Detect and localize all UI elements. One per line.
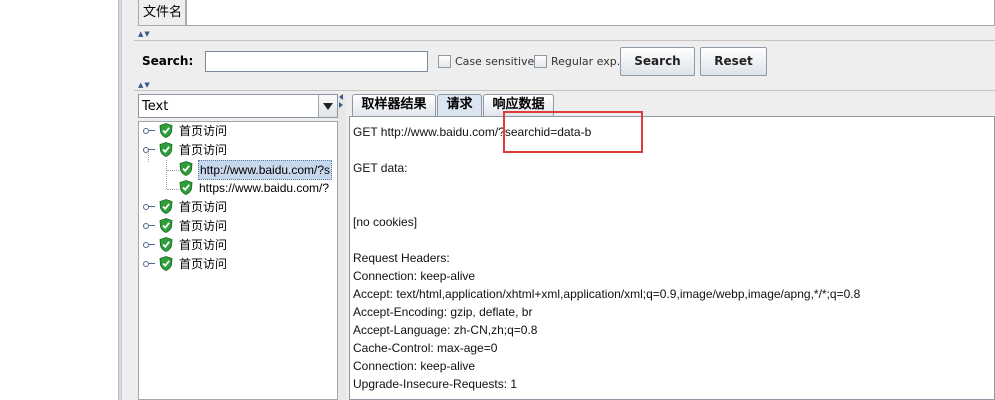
header-line: Connection: keep-alive bbox=[353, 269, 476, 283]
view-type-select[interactable]: Text bbox=[138, 94, 338, 118]
success-shield-icon bbox=[159, 237, 173, 252]
regex-label: Regular exp. bbox=[551, 55, 621, 68]
sample-tree: 首页访问 首页访问 http://www.baidu.com/?s https:… bbox=[138, 121, 338, 400]
expanded-toggle-icon[interactable] bbox=[143, 145, 155, 155]
header-line: Connection: keep-alive bbox=[353, 359, 476, 373]
collapsed-toggle-icon[interactable] bbox=[143, 202, 155, 212]
chevron-down-icon[interactable] bbox=[318, 95, 337, 117]
case-sensitive-label: Case sensitive bbox=[455, 55, 535, 68]
view-type-selected: Text bbox=[142, 99, 169, 114]
header-line: Upgrade-Insecure-Requests: 1 bbox=[353, 377, 518, 391]
success-shield-icon bbox=[159, 123, 173, 138]
header-line: Accept-Language: zh-CN,zh;q=0.8 bbox=[353, 323, 538, 337]
request-text-area[interactable]: GET http://www.baidu.com/?searchid=data-… bbox=[349, 111, 995, 400]
file-name-label: 文件名 bbox=[138, 0, 186, 26]
detail-pane: 取样器结果 请求 响应数据 GET http://www.baidu.com/?… bbox=[349, 94, 995, 400]
headers-title: Request Headers: bbox=[353, 251, 450, 265]
collapse-left-icon[interactable] bbox=[339, 94, 343, 100]
collapse-arrows-icon[interactable]: ▲▼ bbox=[138, 82, 151, 89]
tree-connector bbox=[166, 160, 167, 189]
search-label: Search: bbox=[142, 54, 194, 68]
case-sensitive-checkbox[interactable] bbox=[438, 55, 451, 68]
tree-node-label: https://www.baidu.com/? bbox=[199, 181, 330, 195]
search-bar: Search: Case sensitive Regular exp. Sear… bbox=[134, 45, 995, 79]
results-tree-panel: 文件名 ▲▼ Search: Case sensitive Regular ex… bbox=[122, 0, 995, 400]
tree-node-label: http://www.baidu.com/?s bbox=[198, 160, 333, 180]
file-name-field[interactable] bbox=[186, 0, 995, 26]
success-shield-icon bbox=[159, 256, 173, 271]
tab-request[interactable]: 请求 bbox=[437, 94, 482, 116]
reset-button[interactable]: Reset bbox=[700, 47, 767, 76]
collapsed-toggle-icon[interactable] bbox=[143, 240, 155, 250]
get-data-label: GET data: bbox=[353, 161, 408, 175]
search-input[interactable] bbox=[205, 51, 428, 72]
tree-node-label: 首页访问 bbox=[179, 200, 228, 214]
success-shield-icon bbox=[179, 180, 193, 195]
success-shield-icon bbox=[159, 142, 173, 157]
file-panel: 文件名 bbox=[134, 0, 995, 30]
tab-sampler-result[interactable]: 取样器结果 bbox=[352, 94, 436, 116]
tree-connector bbox=[167, 189, 179, 190]
cookies-label: [no cookies] bbox=[353, 215, 418, 229]
tree-node-label: 首页访问 bbox=[179, 143, 228, 157]
success-shield-icon bbox=[179, 161, 193, 176]
header-line: Cache-Control: max-age=0 bbox=[353, 341, 498, 355]
highlight-annotation bbox=[503, 111, 643, 153]
detail-tabs: 取样器结果 请求 响应数据 bbox=[349, 94, 995, 116]
tree-node-label: 首页访问 bbox=[179, 219, 228, 233]
collapse-right-icon[interactable] bbox=[339, 102, 343, 108]
collapsed-toggle-icon[interactable] bbox=[143, 126, 155, 136]
search-button[interactable]: Search bbox=[620, 47, 695, 76]
tree-node-label: 首页访问 bbox=[179, 124, 228, 138]
header-line: Accept: text/html,application/xhtml+xml,… bbox=[353, 287, 861, 301]
tree-node-label: 首页访问 bbox=[179, 257, 228, 271]
success-shield-icon bbox=[159, 199, 173, 214]
collapsed-toggle-icon[interactable] bbox=[143, 221, 155, 231]
left-blank-area bbox=[0, 0, 118, 400]
success-shield-icon bbox=[159, 218, 173, 233]
regex-checkbox[interactable] bbox=[534, 55, 547, 68]
pane-splitter[interactable] bbox=[338, 94, 346, 400]
result-tree-pane: Text 首页访问 首页访问 http://www.baidu.com/?s h… bbox=[138, 94, 338, 400]
collapse-arrows-icon[interactable]: ▲▼ bbox=[138, 31, 151, 38]
collapsed-toggle-icon[interactable] bbox=[143, 259, 155, 269]
divider bbox=[134, 90, 995, 91]
tree-connector bbox=[167, 170, 179, 171]
divider bbox=[134, 40, 995, 41]
tree-node-label: 首页访问 bbox=[179, 238, 228, 252]
header-line: Accept-Encoding: gzip, deflate, br bbox=[353, 305, 533, 319]
